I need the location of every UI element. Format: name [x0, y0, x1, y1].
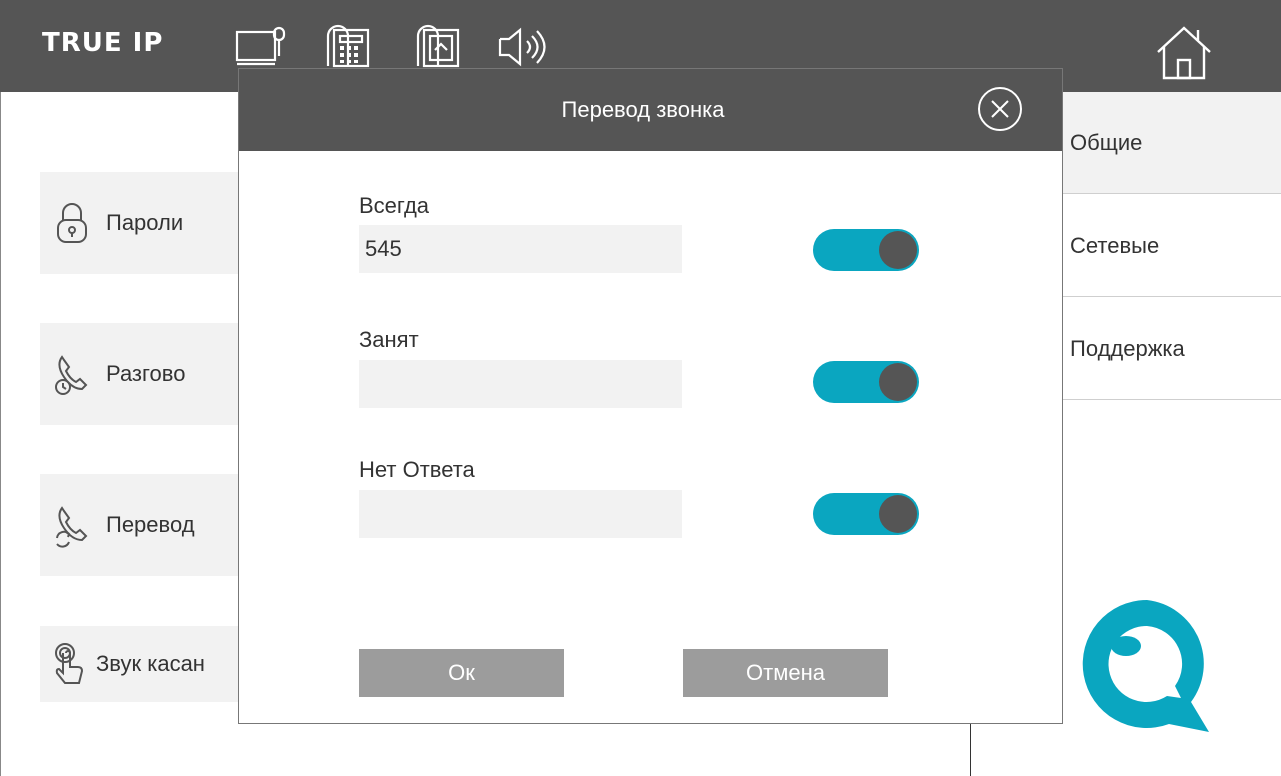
menu-item-label: Перевод	[106, 512, 195, 537]
no-answer-label: Нет Ответа	[359, 457, 475, 482]
no-answer-number-field[interactable]	[359, 490, 682, 538]
dialog-title: Перевод звонка	[561, 97, 725, 122]
busy-number-field[interactable]	[359, 360, 682, 408]
call-forwarding-dialog: Перевод звонка Всегда 545 Занят Нет Отве…	[238, 68, 1063, 724]
monitor-key-icon[interactable]	[232, 22, 288, 72]
cancel-button[interactable]: Отмена	[683, 649, 888, 697]
phone-forward-icon	[52, 502, 92, 548]
menu-item-forwarding[interactable]: Перевод	[40, 474, 260, 576]
calculator-icon[interactable]	[320, 22, 376, 72]
toggle-knob	[879, 363, 917, 401]
home-icon[interactable]	[1152, 22, 1216, 82]
touch-icon	[52, 641, 88, 687]
brand-title: TRUE IP	[42, 28, 164, 58]
ok-button[interactable]: Ок	[359, 649, 564, 697]
menu-item-calls[interactable]: Разгово	[40, 323, 260, 425]
speaker-icon[interactable]	[496, 22, 552, 72]
busy-label: Занят	[359, 327, 419, 352]
close-icon[interactable]	[977, 86, 1023, 132]
toggle-knob	[879, 495, 917, 533]
menu-item-touch-sound[interactable]: Звук касан	[40, 626, 260, 702]
phone-clock-icon	[52, 351, 92, 397]
brand-logo	[1062, 588, 1232, 738]
toggle-knob	[879, 231, 917, 269]
busy-toggle[interactable]	[813, 361, 919, 403]
always-number-field[interactable]: 545	[359, 225, 682, 273]
menu-item-passwords[interactable]: Пароли	[40, 172, 260, 274]
menu-item-label: Разгово	[106, 361, 186, 386]
dialog-header: Перевод звонка	[239, 69, 1062, 151]
always-label: Всегда	[359, 193, 430, 218]
no-answer-toggle[interactable]	[813, 493, 919, 535]
menu-item-label: Пароли	[106, 210, 184, 235]
sim-card-icon[interactable]	[412, 22, 468, 72]
always-toggle[interactable]	[813, 229, 919, 271]
lock-icon	[52, 200, 92, 246]
menu-item-label: Звук касан	[96, 651, 205, 676]
